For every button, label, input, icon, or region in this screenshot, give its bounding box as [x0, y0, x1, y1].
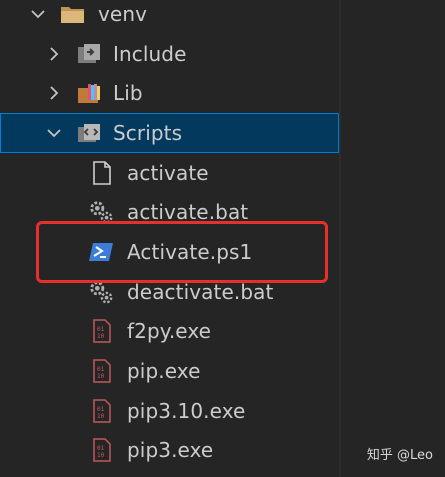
lib-folder-icon — [76, 80, 102, 106]
svg-text:01: 01 — [97, 445, 105, 452]
svg-text:10: 10 — [97, 452, 105, 459]
chevron-down-icon[interactable] — [28, 4, 48, 24]
binary-file-icon: 01 10 — [89, 318, 115, 344]
chevron-right-icon[interactable] — [44, 83, 64, 103]
file-icon — [89, 160, 115, 186]
svg-text:10: 10 — [97, 373, 105, 380]
annotation-highlight-box — [36, 221, 328, 283]
tree-item-label: pip3.10.exe — [127, 398, 246, 423]
tree-item-label: pip.exe — [127, 359, 201, 384]
folder-icon — [60, 1, 86, 27]
scripts-folder-icon — [76, 120, 102, 146]
binary-file-icon: 01 10 — [89, 358, 115, 384]
tree-item-label: activate — [127, 160, 209, 185]
tree-item-scripts[interactable]: Scripts — [0, 113, 339, 153]
binary-file-icon: 01 10 — [89, 398, 115, 424]
tree-item-pip3-10-exe[interactable]: 01 10 pip3.10.exe — [0, 391, 445, 431]
chevron-right-icon[interactable] — [44, 44, 64, 64]
svg-text:01: 01 — [97, 326, 105, 333]
tree-item-pip-exe[interactable]: 01 10 pip.exe — [0, 351, 445, 391]
tree-item-label: venv — [98, 1, 148, 26]
tree-item-f2py-exe[interactable]: 01 10 f2py.exe — [0, 312, 445, 352]
tree-item-label: Include — [113, 41, 187, 66]
svg-text:01: 01 — [97, 366, 105, 373]
tree-item-label: Lib — [113, 81, 143, 106]
tree-item-label: Scripts — [113, 120, 183, 145]
watermark: 知乎 @Leo — [366, 448, 433, 463]
tree-item-activate[interactable]: activate — [0, 153, 445, 193]
tree-item-venv[interactable]: venv — [0, 0, 445, 34]
tree-item-label: f2py.exe — [127, 319, 212, 344]
svg-text:01: 01 — [97, 406, 105, 413]
vertical-scrollbar-track[interactable] — [339, 0, 341, 477]
binary-file-icon: 01 10 — [89, 437, 115, 463]
tree-item-label: pip3.exe — [127, 438, 214, 463]
svg-text:10: 10 — [97, 333, 105, 340]
tree-item-label: deactivate.bat — [127, 279, 274, 304]
tree-item-lib[interactable]: Lib — [0, 73, 445, 113]
chevron-down-icon[interactable] — [44, 123, 64, 143]
svg-text:10: 10 — [97, 413, 105, 420]
tree-item-include[interactable]: Include — [0, 34, 445, 74]
include-folder-icon — [76, 41, 102, 67]
